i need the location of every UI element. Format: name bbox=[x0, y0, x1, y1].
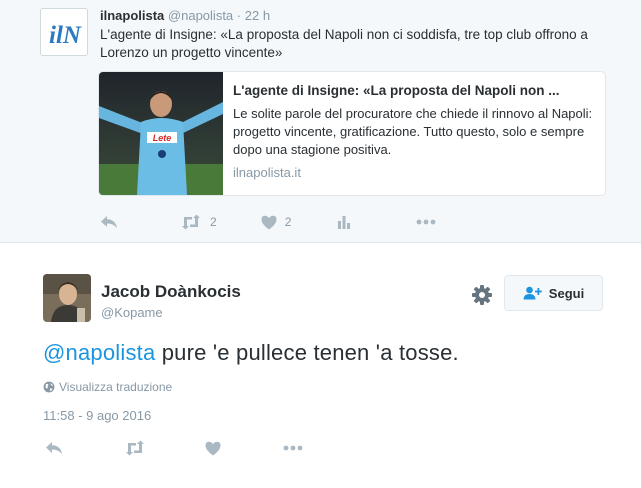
retweet-button[interactable] bbox=[124, 440, 146, 456]
mention-link[interactable]: @napolista bbox=[43, 340, 155, 365]
card-thumbnail: Lete bbox=[99, 72, 223, 195]
heart-icon bbox=[261, 215, 277, 229]
settings-gear-button[interactable] bbox=[471, 284, 493, 311]
parent-retweet-button[interactable]: 2 bbox=[180, 214, 217, 230]
translate-label: Visualizza traduzione bbox=[59, 380, 173, 394]
parent-like-button[interactable]: 2 bbox=[261, 215, 292, 230]
link-card[interactable]: Lete L'agente di Insigne: «La proposta d… bbox=[98, 71, 606, 196]
card-title[interactable]: L'agente di Insigne: «La proposta del Na… bbox=[233, 83, 595, 98]
analytics-icon bbox=[338, 216, 351, 229]
parent-author-name[interactable]: ilnapolista bbox=[100, 8, 164, 23]
tweet-text: @napolista pure 'e pullece tenen 'a toss… bbox=[43, 340, 459, 366]
parent-retweet-count: 2 bbox=[210, 215, 217, 229]
ilnapolista-avatar[interactable]: ilN bbox=[40, 8, 88, 56]
retweet-icon bbox=[182, 214, 200, 230]
more-button[interactable] bbox=[283, 445, 303, 451]
parent-reply-button[interactable] bbox=[100, 214, 118, 230]
parent-tweet-actions: 2 2 bbox=[100, 214, 436, 230]
user-avatar[interactable] bbox=[43, 274, 91, 322]
tweet-body: pure 'e pullece tenen 'a tosse. bbox=[155, 340, 459, 365]
translate-link[interactable]: Visualizza traduzione bbox=[43, 380, 172, 394]
reply-button[interactable] bbox=[45, 440, 63, 456]
tweet-actions bbox=[45, 440, 303, 456]
parent-like-count: 2 bbox=[284, 215, 292, 229]
more-dots-icon bbox=[283, 445, 303, 451]
parent-tweet-text: L'agente di Insigne: «La proposta del Na… bbox=[100, 27, 588, 60]
like-button[interactable] bbox=[205, 441, 221, 456]
header-separator: · bbox=[236, 8, 242, 23]
user-handle[interactable]: @Kopame bbox=[101, 305, 163, 320]
gear-icon bbox=[472, 285, 492, 305]
heart-icon bbox=[205, 441, 221, 455]
parent-tweet[interactable]: ilN ilnapolista @napolista · 22 h L'agen… bbox=[0, 0, 641, 243]
reply-icon bbox=[101, 216, 117, 228]
parent-more-button[interactable] bbox=[416, 219, 436, 225]
parent-tweet-header: ilnapolista @napolista · 22 h bbox=[100, 8, 270, 23]
user-display-name[interactable]: Jacob Doànkocis bbox=[101, 282, 241, 302]
card-domain: ilnapolista.it bbox=[233, 165, 301, 180]
globe-icon bbox=[43, 381, 55, 393]
parent-author-handle[interactable]: @napolista bbox=[168, 8, 233, 23]
reply-icon bbox=[46, 442, 62, 454]
add-user-icon bbox=[523, 286, 542, 300]
avatar-logo-text: ilN bbox=[49, 22, 82, 49]
parent-tweet-time[interactable]: 22 h bbox=[245, 8, 270, 23]
retweet-icon bbox=[126, 440, 144, 456]
jersey-sponsor-text: Lete bbox=[153, 133, 172, 143]
follow-button[interactable]: Segui bbox=[504, 275, 603, 311]
card-description: Le solite parole del procuratore che chi… bbox=[233, 106, 593, 157]
tweet-timestamp[interactable]: 11:58 - 9 ago 2016 bbox=[43, 408, 151, 423]
parent-analytics-button[interactable] bbox=[337, 215, 351, 229]
follow-label: Segui bbox=[548, 285, 585, 301]
more-dots-icon bbox=[416, 219, 436, 225]
